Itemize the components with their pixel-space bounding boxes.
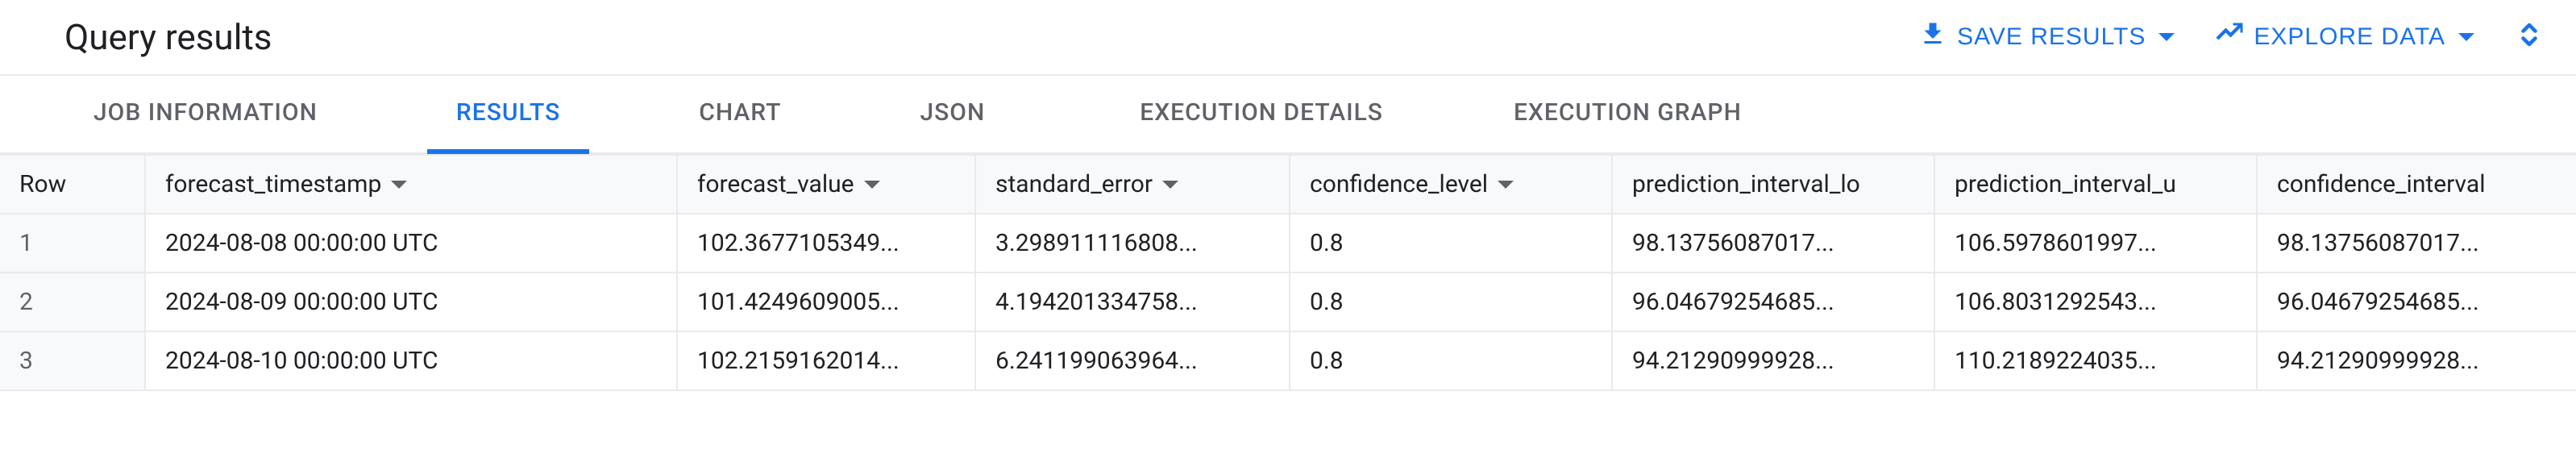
column-header-forecast-value[interactable]: forecast_value [677, 155, 975, 214]
tab-results[interactable]: RESULTS [427, 76, 589, 154]
cell-prediction-interval-lower: 98.13756087017... [1612, 214, 1934, 273]
tab-json[interactable]: JSON [891, 76, 1014, 154]
row-number: 1 [0, 214, 145, 273]
chevron-down-icon [2458, 33, 2474, 41]
row-number: 2 [0, 273, 145, 331]
results-table: Row forecast_timestamp forecast_value st… [0, 154, 2576, 391]
download-icon [1918, 19, 1947, 55]
tab-execution-details[interactable]: EXECUTION DETAILS [1111, 76, 1412, 154]
results-header: Query results SAVE RESULTS EXPLORE DATA [0, 0, 2576, 76]
cell-forecast-timestamp: 2024-08-08 00:00:00 UTC [145, 214, 677, 273]
sort-icon [1498, 181, 1514, 189]
save-results-label: SAVE RESULTS [1957, 23, 2146, 51]
cell-forecast-value: 102.3677105349... [677, 214, 975, 273]
cell-standard-error: 4.194201334758... [975, 273, 1290, 331]
header-actions: SAVE RESULTS EXPLORE DATA [1918, 19, 2544, 55]
chart-icon [2215, 19, 2244, 55]
cell-confidence-level: 0.8 [1290, 214, 1612, 273]
explore-data-label: EXPLORE DATA [2254, 23, 2445, 51]
column-header-confidence-interval[interactable]: confidence_interval [2257, 155, 2576, 214]
cell-prediction-interval-upper: 110.2189224035... [1934, 331, 2257, 390]
tab-execution-graph[interactable]: EXECUTION GRAPH [1485, 76, 1771, 154]
cell-forecast-value: 102.2159162014... [677, 331, 975, 390]
cell-forecast-timestamp: 2024-08-10 00:00:00 UTC [145, 331, 677, 390]
cell-prediction-interval-upper: 106.8031292543... [1934, 273, 2257, 331]
table-row: 1 2024-08-08 00:00:00 UTC 102.3677105349… [0, 214, 2576, 273]
cell-prediction-interval-lower: 96.04679254685... [1612, 273, 1934, 331]
cell-confidence-level: 0.8 [1290, 331, 1612, 390]
table-row: 2 2024-08-09 00:00:00 UTC 101.4249609005… [0, 273, 2576, 331]
cell-confidence-level: 0.8 [1290, 273, 1612, 331]
cell-confidence-interval: 98.13756087017... [2257, 214, 2576, 273]
column-header-standard-error[interactable]: standard_error [975, 155, 1290, 214]
cell-forecast-timestamp: 2024-08-09 00:00:00 UTC [145, 273, 677, 331]
table-header-row: Row forecast_timestamp forecast_value st… [0, 155, 2576, 214]
sort-icon [864, 181, 880, 189]
cell-prediction-interval-lower: 94.21290999928... [1612, 331, 1934, 390]
cell-confidence-interval: 94.21290999928... [2257, 331, 2576, 390]
sort-icon [1162, 181, 1178, 189]
results-tabs: JOB INFORMATION RESULTS CHART JSON EXECU… [0, 76, 2576, 154]
column-header-confidence-level[interactable]: confidence_level [1290, 155, 1612, 214]
column-header-prediction-interval-upper[interactable]: prediction_interval_u [1934, 155, 2257, 214]
table-row: 3 2024-08-10 00:00:00 UTC 102.2159162014… [0, 331, 2576, 390]
cell-prediction-interval-upper: 106.5978601997... [1934, 214, 2257, 273]
cell-confidence-interval: 96.04679254685... [2257, 273, 2576, 331]
column-header-prediction-interval-lower[interactable]: prediction_interval_lo [1612, 155, 1934, 214]
cell-standard-error: 3.298911116808... [975, 214, 1290, 273]
save-results-button[interactable]: SAVE RESULTS [1918, 19, 2175, 55]
sort-icon [391, 181, 407, 189]
expand-collapse-icon[interactable] [2515, 20, 2544, 55]
cell-standard-error: 6.241199063964... [975, 331, 1290, 390]
cell-forecast-value: 101.4249609005... [677, 273, 975, 331]
page-title: Query results [64, 16, 272, 58]
column-header-forecast-timestamp[interactable]: forecast_timestamp [145, 155, 677, 214]
tab-job-information[interactable]: JOB INFORMATION [64, 76, 347, 154]
row-number: 3 [0, 331, 145, 390]
explore-data-button[interactable]: EXPLORE DATA [2215, 19, 2474, 55]
tab-chart[interactable]: CHART [670, 76, 810, 154]
chevron-down-icon [2158, 33, 2175, 41]
column-header-row[interactable]: Row [0, 155, 145, 214]
